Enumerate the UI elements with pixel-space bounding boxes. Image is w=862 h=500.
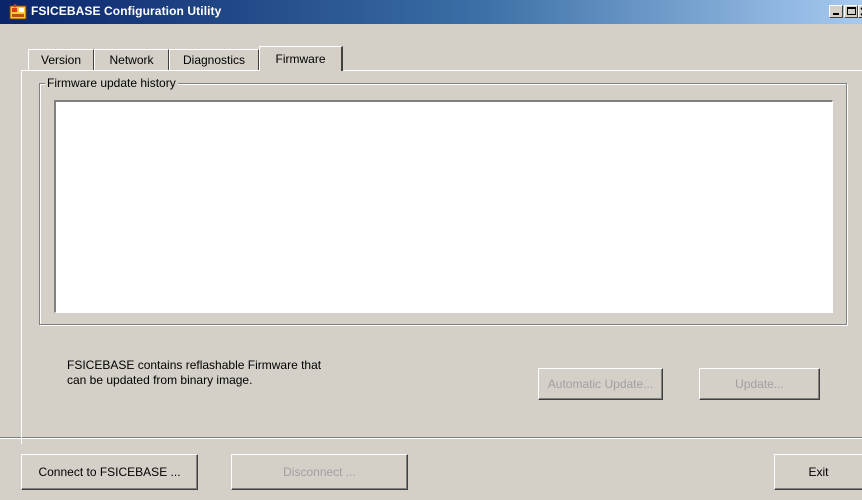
- tab-label: Version: [40, 53, 82, 67]
- firmware-history-label: Firmware update history: [45, 76, 178, 90]
- firmware-description-line: can be updated from binary image.: [67, 373, 253, 387]
- update-button[interactable]: Update...: [699, 368, 820, 400]
- exit-button[interactable]: Exit: [774, 454, 862, 490]
- minimize-icon: [833, 13, 839, 15]
- window-title: FSICEBASE Configuration Utility: [31, 4, 222, 18]
- app-icon[interactable]: [9, 4, 27, 20]
- close-button[interactable]: [858, 5, 862, 18]
- maximize-icon: [847, 7, 856, 15]
- maximize-button[interactable]: [844, 5, 858, 18]
- tab-label: Firmware: [275, 52, 326, 66]
- tab-label: Network: [109, 53, 154, 67]
- firmware-description: FSICEBASE contains reflashable Firmware …: [67, 358, 367, 388]
- connect-button[interactable]: Connect to FSICEBASE ...: [21, 454, 198, 490]
- disconnect-button[interactable]: Disconnect ...: [231, 454, 408, 490]
- app-window: { "window": { "title": "FSICEBASE Config…: [0, 0, 862, 500]
- tab-label: Diagnostics: [182, 53, 246, 67]
- tab-version[interactable]: Version: [28, 49, 94, 70]
- minimize-button[interactable]: [829, 5, 843, 18]
- automatic-update-button[interactable]: Automatic Update...: [538, 368, 663, 400]
- tab-network[interactable]: Network: [94, 49, 169, 70]
- tab-diagnostics[interactable]: Diagnostics: [169, 49, 259, 70]
- firmware-description-line: FSICEBASE contains reflashable Firmware …: [67, 358, 322, 372]
- tab-firmware[interactable]: Firmware: [259, 46, 343, 71]
- firmware-history-list[interactable]: [54, 100, 833, 313]
- title-bar[interactable]: FSICEBASE Configuration Utility: [0, 0, 862, 24]
